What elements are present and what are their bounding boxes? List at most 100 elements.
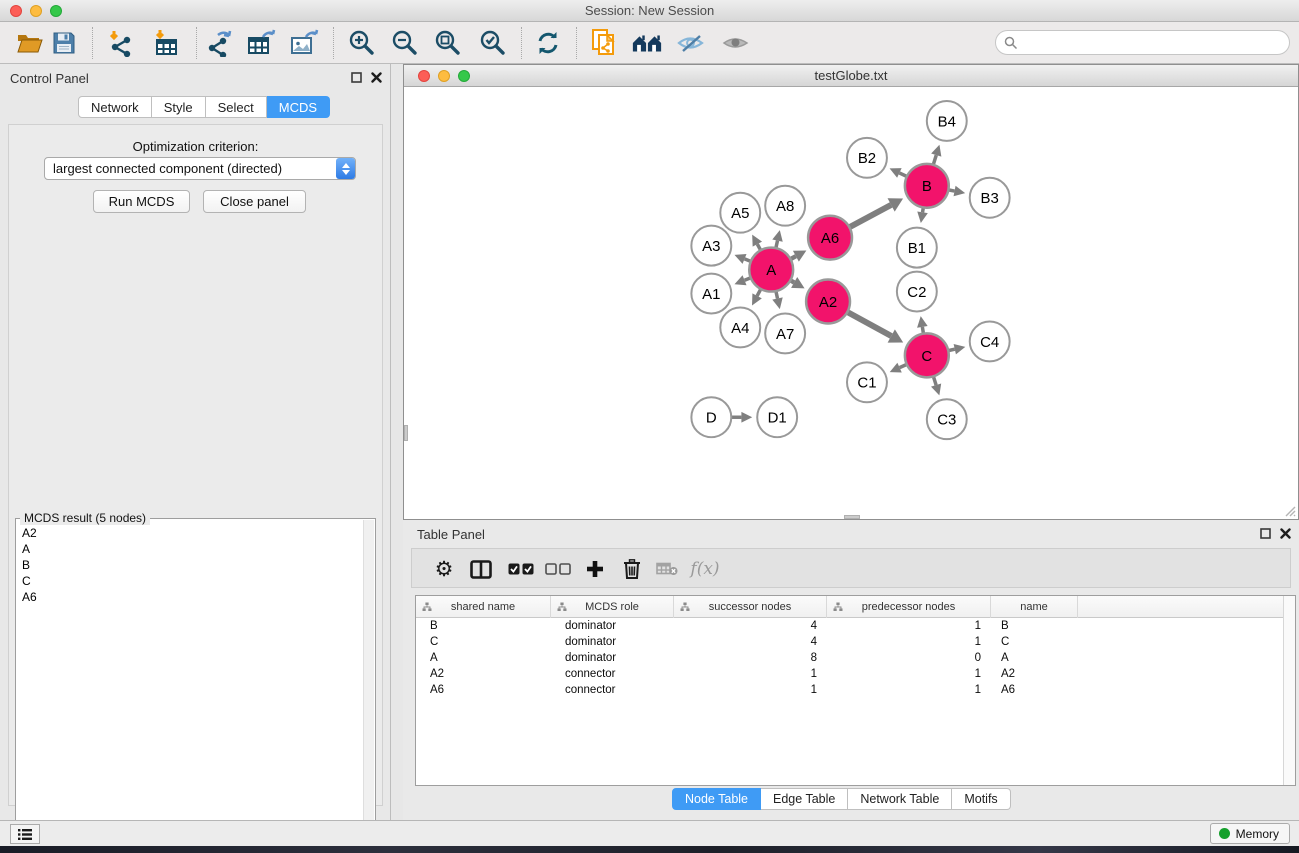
- search-input[interactable]: [1018, 35, 1289, 50]
- column-header-MCDS-role[interactable]: MCDS role: [551, 596, 674, 618]
- delete-table-icon[interactable]: [652, 554, 682, 584]
- task-history-button[interactable]: [10, 824, 40, 844]
- column-header-filler: [1078, 596, 1295, 618]
- first-neighbors-icon[interactable]: [631, 28, 663, 58]
- tab-network[interactable]: Network: [78, 96, 152, 118]
- tab-network-table[interactable]: Network Table: [848, 788, 952, 810]
- graph-edge-arrowhead: [931, 145, 941, 157]
- tab-node-table[interactable]: Node Table: [672, 788, 761, 810]
- resize-grip-icon[interactable]: [1282, 503, 1296, 517]
- splitter-handle[interactable]: [844, 515, 860, 519]
- export-table-icon[interactable]: [245, 28, 277, 58]
- tab-style[interactable]: Style: [152, 96, 206, 118]
- select-all-checkboxes-icon[interactable]: [506, 554, 536, 584]
- table-cell: 1: [827, 636, 991, 648]
- float-panel-icon[interactable]: [1260, 528, 1271, 539]
- function-builder-icon[interactable]: f(x): [690, 554, 720, 584]
- mcds-result-item[interactable]: A: [17, 541, 363, 557]
- settings-gear-icon[interactable]: ⚙: [429, 554, 459, 584]
- hide-selected-icon[interactable]: [675, 28, 707, 58]
- graph-node-label: C3: [937, 412, 956, 429]
- table-row[interactable]: A2connector11A2: [416, 666, 1295, 682]
- zoom-out-icon[interactable]: [389, 28, 421, 58]
- mcds-result-group: MCDS result (5 nodes) A2ABCA6: [15, 518, 376, 853]
- splitter-handle[interactable]: [404, 425, 408, 441]
- show-all-icon[interactable]: [720, 28, 752, 58]
- network-canvas[interactable]: B4B2BB3A8A5A6A3B1AC2A1A2A4A7C4CC1DD1C3: [404, 87, 1298, 519]
- table-cell: B: [991, 620, 1078, 632]
- deselect-all-checkboxes-icon[interactable]: [543, 554, 573, 584]
- table-row[interactable]: A6connector11A6: [416, 682, 1295, 698]
- tab-motifs[interactable]: Motifs: [952, 788, 1010, 810]
- criterion-dropdown[interactable]: largest connected component (directed): [44, 157, 356, 180]
- graph-edge-B-B4[interactable]: [933, 155, 936, 165]
- memory-button[interactable]: Memory: [1210, 823, 1290, 844]
- table-cell: B: [416, 620, 551, 632]
- table-row[interactable]: Cdominator41C: [416, 634, 1295, 650]
- table-row[interactable]: Adominator80A: [416, 650, 1295, 666]
- save-session-icon[interactable]: [48, 28, 80, 58]
- float-panel-icon[interactable]: [351, 72, 362, 83]
- mcds-result-list: A2ABCA6: [17, 525, 363, 853]
- mcds-result-item[interactable]: A6: [17, 589, 363, 605]
- run-mcds-button[interactable]: Run MCDS: [93, 190, 190, 213]
- graph-node-label: A4: [731, 320, 749, 337]
- graph-edge-arrowhead: [954, 186, 966, 196]
- graph-node-label: B2: [858, 150, 876, 167]
- table-scrollbar[interactable]: [1283, 596, 1295, 785]
- tab-edge-table[interactable]: Edge Table: [761, 788, 848, 810]
- delete-column-icon[interactable]: [617, 554, 647, 584]
- optimization-criterion-label: Optimization criterion:: [9, 139, 382, 154]
- import-network-icon[interactable]: [104, 28, 136, 58]
- zoom-in-icon[interactable]: [346, 28, 378, 58]
- column-header-successor-nodes[interactable]: successor nodes: [674, 596, 827, 618]
- graph-edge-B-B2[interactable]: [899, 173, 907, 177]
- mcds-list-scrollbar[interactable]: [363, 520, 374, 853]
- open-session-icon[interactable]: [14, 28, 46, 58]
- close-panel-icon[interactable]: [371, 72, 382, 83]
- close-panel-button[interactable]: Close panel: [203, 190, 306, 213]
- table-cell: dominator: [551, 636, 674, 648]
- export-image-icon[interactable]: [288, 28, 320, 58]
- table-cell: C: [416, 636, 551, 648]
- new-network-from-selection-icon[interactable]: [588, 28, 620, 58]
- status-bar: Memory: [0, 820, 1299, 846]
- zoom-selected-icon[interactable]: [477, 28, 509, 58]
- mcds-result-item[interactable]: A2: [17, 525, 363, 541]
- tab-select[interactable]: Select: [206, 96, 267, 118]
- graph-edge-A2-C[interactable]: [847, 312, 891, 336]
- graph-edge-A6-B[interactable]: [849, 205, 891, 227]
- graph-node-label: D1: [768, 410, 787, 427]
- table-row[interactable]: Bdominator41B: [416, 618, 1295, 634]
- column-browser-icon[interactable]: [466, 554, 496, 584]
- close-panel-icon[interactable]: [1280, 528, 1291, 539]
- table-cell: connector: [551, 684, 674, 696]
- export-network-icon[interactable]: [204, 28, 236, 58]
- graph-node-label: B: [922, 178, 932, 195]
- column-header-name[interactable]: name: [991, 596, 1078, 618]
- table-cell: connector: [551, 668, 674, 680]
- zoom-fit-icon[interactable]: [432, 28, 464, 58]
- table-cell: 1: [827, 684, 991, 696]
- table-cell: A: [416, 652, 551, 664]
- graph-node-label: A7: [776, 326, 794, 343]
- app-title: Session: New Session: [0, 3, 1299, 18]
- application-window: Session: New Session: [0, 0, 1299, 853]
- refresh-view-icon[interactable]: [532, 28, 564, 58]
- column-header-shared-name[interactable]: shared name: [416, 596, 551, 618]
- graph-edge-C-C3[interactable]: [933, 376, 936, 385]
- graph-node-label: A8: [776, 198, 794, 215]
- mcds-result-title: MCDS result (5 nodes): [20, 511, 150, 525]
- add-column-icon[interactable]: [580, 554, 610, 584]
- table-cell: A2: [416, 668, 551, 680]
- table-cell: dominator: [551, 620, 674, 632]
- mcds-panel-body: Optimization criterion: largest connecte…: [8, 124, 383, 806]
- criterion-value: largest connected component (directed): [45, 161, 336, 176]
- dropdown-stepper-icon: [336, 158, 355, 179]
- import-table-icon[interactable]: [150, 28, 182, 58]
- column-header-predecessor-nodes[interactable]: predecessor nodes: [827, 596, 991, 618]
- mcds-result-item[interactable]: B: [17, 557, 363, 573]
- mcds-result-item[interactable]: C: [17, 573, 363, 589]
- tab-mcds[interactable]: MCDS: [267, 96, 330, 118]
- table-cell: A6: [416, 684, 551, 696]
